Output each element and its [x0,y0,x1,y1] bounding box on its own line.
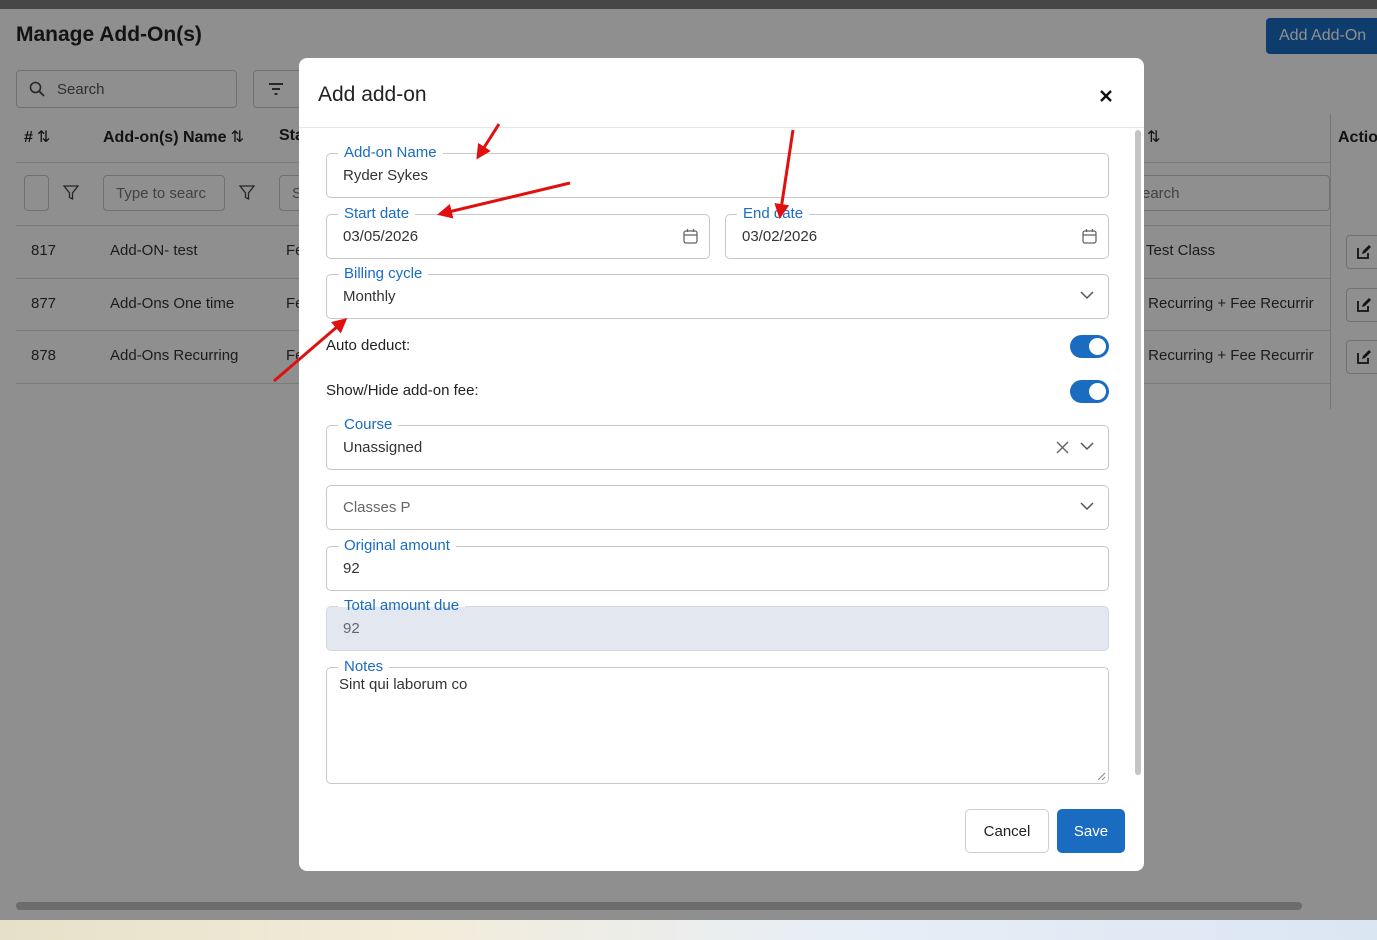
add-addon-modal: Add add-on Add-on Name Ryder Sykes Start… [299,58,1144,871]
billing-cycle-label: Billing cycle [338,264,429,284]
calendar-icon[interactable] [1082,228,1097,244]
modal-header: Add add-on [299,58,1144,128]
course-select[interactable]: Course Unassigned [326,415,1109,470]
total-amount-due-value: 92 [343,620,360,637]
billing-cycle-select[interactable]: Billing cycle Monthly [326,264,1109,319]
original-amount-field[interactable]: Original amount 92 [326,536,1109,591]
cancel-button[interactable]: Cancel [965,809,1049,853]
total-amount-due-label: Total amount due [338,596,466,616]
show-hide-fee-label: Show/Hide add-on fee: [326,382,479,399]
end-date-label: End date [737,204,810,224]
chevron-down-icon[interactable] [1080,442,1094,451]
original-amount-label: Original amount [338,536,456,556]
addon-name-field[interactable]: Add-on Name Ryder Sykes [326,143,1109,198]
resize-grip-icon[interactable] [1097,772,1106,781]
total-amount-due-field: Total amount due 92 [326,596,1109,651]
classes-select[interactable]: Classes P [326,485,1109,530]
start-date-field[interactable]: Start date 03/05/2026 [326,204,710,259]
notes-textarea[interactable]: Notes Sint qui laborum co [326,657,1109,784]
modal-title: Add add-on [318,83,427,106]
course-value: Unassigned [343,439,423,456]
clear-icon[interactable] [1056,441,1069,454]
original-amount-value: 92 [343,560,360,577]
classes-placeholder: Classes P [343,499,411,516]
notes-value: Sint qui laborum co [339,676,468,693]
start-date-value: 03/05/2026 [343,228,419,245]
start-date-label: Start date [338,204,416,224]
billing-cycle-value: Monthly [343,288,396,305]
addon-name-value: Ryder Sykes [343,167,429,184]
auto-deduct-label: Auto deduct: [326,337,411,354]
end-date-field[interactable]: End date 03/02/2026 [725,204,1109,259]
addon-name-label: Add-on Name [338,143,443,163]
end-date-value: 03/02/2026 [742,228,818,245]
calendar-icon[interactable] [683,228,698,244]
close-button[interactable] [1094,84,1118,108]
save-button[interactable]: Save [1057,809,1125,853]
course-label: Course [338,415,399,435]
notes-label: Notes [338,657,390,677]
show-hide-fee-toggle[interactable] [1070,380,1109,403]
modal-scrollbar[interactable] [1135,130,1141,775]
auto-deduct-toggle[interactable] [1070,335,1109,358]
chevron-down-icon[interactable] [1080,291,1094,300]
os-taskbar [0,920,1377,940]
chevron-down-icon[interactable] [1080,502,1094,511]
close-icon [1100,90,1112,102]
